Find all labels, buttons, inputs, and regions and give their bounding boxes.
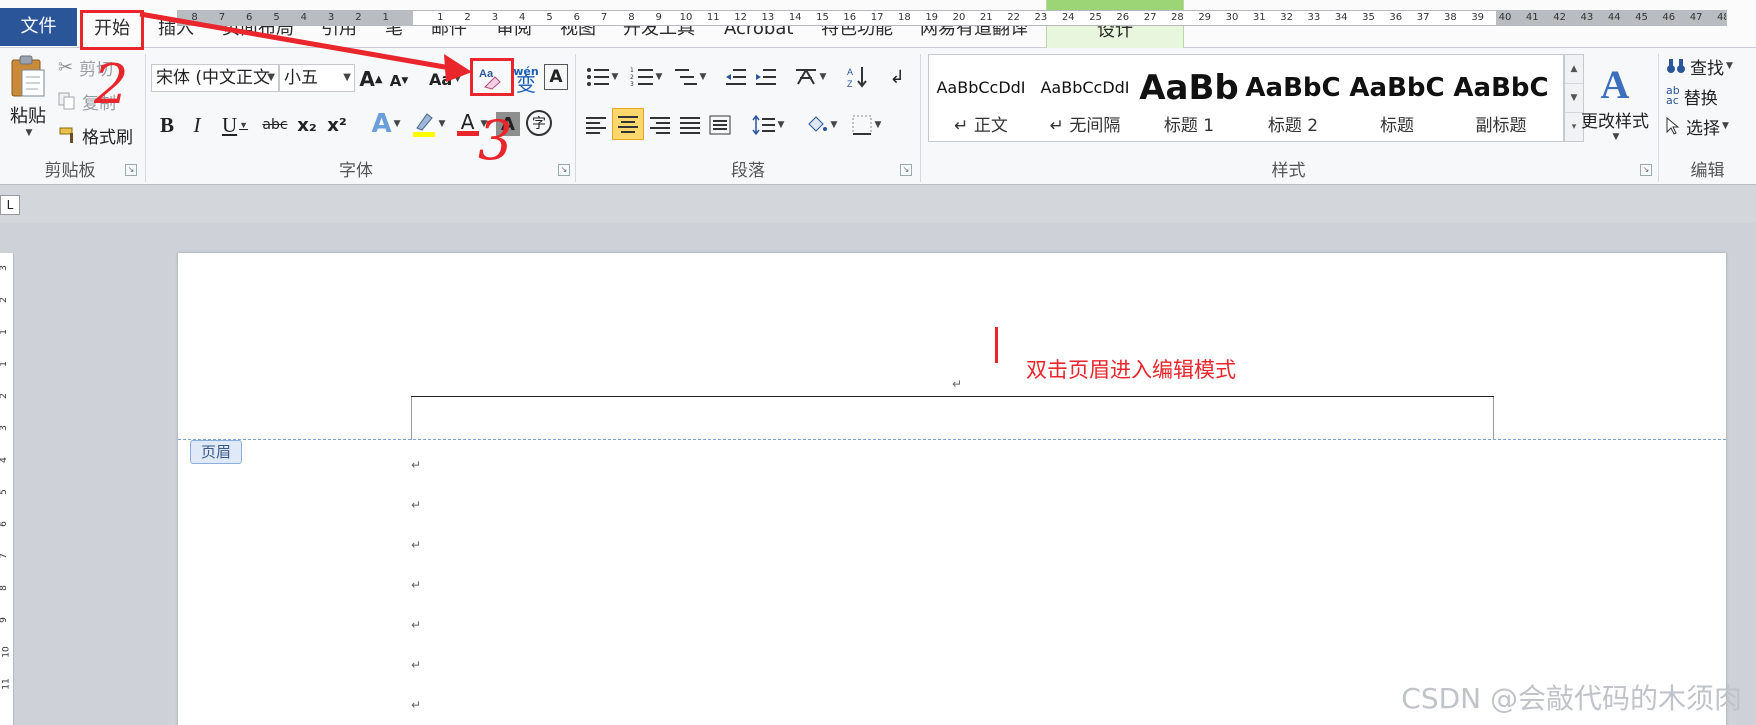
annotation-step-2: 2 [94, 53, 129, 116]
annotation-arrow [139, 11, 472, 82]
watermark: CSDN @会敲代码的木须肉 [1401, 682, 1742, 715]
annotation-step-3: 3 [478, 109, 513, 172]
